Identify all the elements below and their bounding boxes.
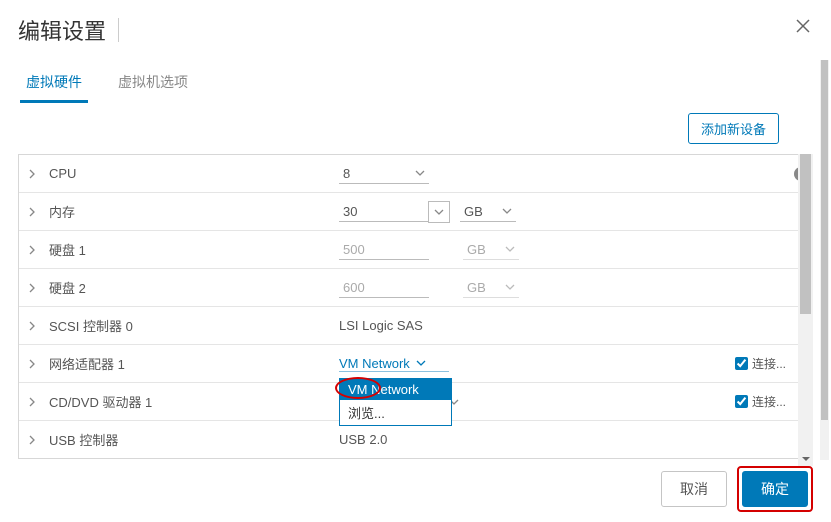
add-new-device-button[interactable]: 添加新设备 (688, 113, 779, 144)
network-option-vmnetwork[interactable]: VM Network (340, 379, 451, 400)
memory-stepper[interactable] (428, 201, 450, 223)
usb-value-cell: USB 2.0 (339, 432, 798, 447)
row-label-cell[interactable]: 网络适配器 1 (29, 354, 339, 373)
cpu-label: CPU (49, 166, 76, 181)
toolbar: 添加新设备 (18, 103, 813, 154)
chevron-right-icon (29, 245, 39, 255)
chevron-down-icon (416, 360, 426, 366)
chevron-right-icon (29, 435, 39, 445)
chevron-right-icon (29, 169, 39, 179)
disk2-value-cell: GB (339, 278, 798, 298)
row-label-cell[interactable]: CD/DVD 驱动器 1 (29, 392, 339, 411)
cpu-value: 8 (343, 166, 350, 181)
disk1-label: 硬盘 1 (49, 240, 86, 259)
disk1-value-cell: GB (339, 240, 798, 260)
disk2-label: 硬盘 2 (49, 278, 86, 297)
chevron-down-icon (502, 208, 512, 214)
dialog-footer: 取消 确定 (661, 466, 813, 512)
network1-value-cell: VM Network VM Network 浏览... (339, 356, 798, 372)
row-label-cell[interactable]: USB 控制器 (29, 430, 339, 449)
network1-select[interactable]: VM Network (339, 356, 449, 372)
network1-connect-label: 连接... (752, 355, 786, 372)
chevron-down-icon (505, 284, 515, 290)
disk1-input[interactable] (339, 240, 429, 260)
cddvd-connect[interactable]: 连接... (735, 393, 786, 410)
tabs: 虚拟硬件 虚拟机选项 (0, 46, 831, 103)
chevron-down-icon (415, 170, 425, 176)
row-label-cell[interactable]: SCSI 控制器 0 (29, 316, 339, 335)
title-divider (118, 18, 119, 42)
disk2-unit-select[interactable]: GB (463, 278, 519, 298)
row-label-cell[interactable]: 内存 (29, 202, 339, 221)
disk1-unit: GB (467, 242, 486, 257)
row-memory: 内存 GB (19, 193, 812, 231)
chevron-right-icon (29, 359, 39, 369)
hardware-table-scroll: CPU 8 i 内存 (18, 154, 813, 466)
annotation-ok-highlight: 确定 (737, 466, 813, 512)
row-label-cell[interactable]: 硬盘 1 (29, 240, 339, 259)
cpu-value-cell: 8 (339, 164, 798, 184)
memory-value-cell: GB (339, 201, 798, 223)
chevron-right-icon (29, 397, 39, 407)
edit-settings-dialog: 编辑设置 虚拟硬件 虚拟机选项 添加新设备 CPU 8 (0, 0, 831, 522)
content-area: 添加新设备 CPU 8 i 内存 (0, 103, 831, 466)
disk2-unit: GB (467, 280, 486, 295)
outer-scrollbar-thumb[interactable] (821, 60, 828, 420)
usb-label: USB 控制器 (49, 430, 118, 449)
row-usb: USB 控制器 USB 2.0 (19, 421, 812, 459)
row-label-cell[interactable]: CPU (29, 166, 339, 181)
scsi-label: SCSI 控制器 0 (49, 316, 133, 335)
memory-label: 内存 (49, 202, 75, 221)
close-icon[interactable] (793, 16, 813, 36)
row-scsi: SCSI 控制器 0 LSI Logic SAS (19, 307, 812, 345)
network-option-browse[interactable]: 浏览... (340, 400, 451, 425)
chevron-right-icon (29, 321, 39, 331)
disk1-unit-select[interactable]: GB (463, 240, 519, 260)
outer-scrollbar[interactable] (820, 60, 829, 460)
scsi-value: LSI Logic SAS (339, 318, 423, 333)
network1-value: VM Network (339, 356, 410, 371)
row-cpu: CPU 8 i (19, 155, 812, 193)
chevron-right-icon (29, 283, 39, 293)
ok-button[interactable]: 确定 (742, 471, 808, 507)
network1-connect-checkbox[interactable] (735, 357, 748, 370)
row-network1: 网络适配器 1 VM Network VM Network 浏览... 连接. (19, 345, 812, 383)
memory-unit-select[interactable]: GB (460, 202, 516, 222)
inner-scrollbar[interactable] (798, 154, 813, 466)
cddvd-connect-label: 连接... (752, 393, 786, 410)
memory-unit: GB (464, 204, 483, 219)
tab-vm-options[interactable]: 虚拟机选项 (112, 64, 194, 103)
scrollbar-thumb[interactable] (800, 154, 811, 314)
dialog-title: 编辑设置 (18, 14, 106, 46)
scsi-value-cell: LSI Logic SAS (339, 318, 798, 333)
network-dropdown: VM Network 浏览... (339, 378, 452, 426)
row-disk1: 硬盘 1 GB (19, 231, 812, 269)
cpu-select[interactable]: 8 (339, 164, 429, 184)
hardware-table: CPU 8 i 内存 (18, 154, 813, 459)
cddvd-connect-checkbox[interactable] (735, 395, 748, 408)
cddvd-label: CD/DVD 驱动器 1 (49, 392, 152, 411)
network1-label: 网络适配器 1 (49, 354, 125, 373)
disk2-input[interactable] (339, 278, 429, 298)
memory-input[interactable] (339, 202, 429, 222)
scrollbar-down-arrow-icon[interactable] (798, 451, 813, 466)
chevron-down-icon (505, 246, 515, 252)
tab-virtual-hardware[interactable]: 虚拟硬件 (20, 64, 88, 103)
usb-value: USB 2.0 (339, 432, 387, 447)
row-disk2: 硬盘 2 GB (19, 269, 812, 307)
network1-connect[interactable]: 连接... (735, 355, 786, 372)
chevron-right-icon (29, 207, 39, 217)
row-label-cell[interactable]: 硬盘 2 (29, 278, 339, 297)
cancel-button[interactable]: 取消 (661, 471, 727, 507)
dialog-header: 编辑设置 (0, 0, 831, 46)
